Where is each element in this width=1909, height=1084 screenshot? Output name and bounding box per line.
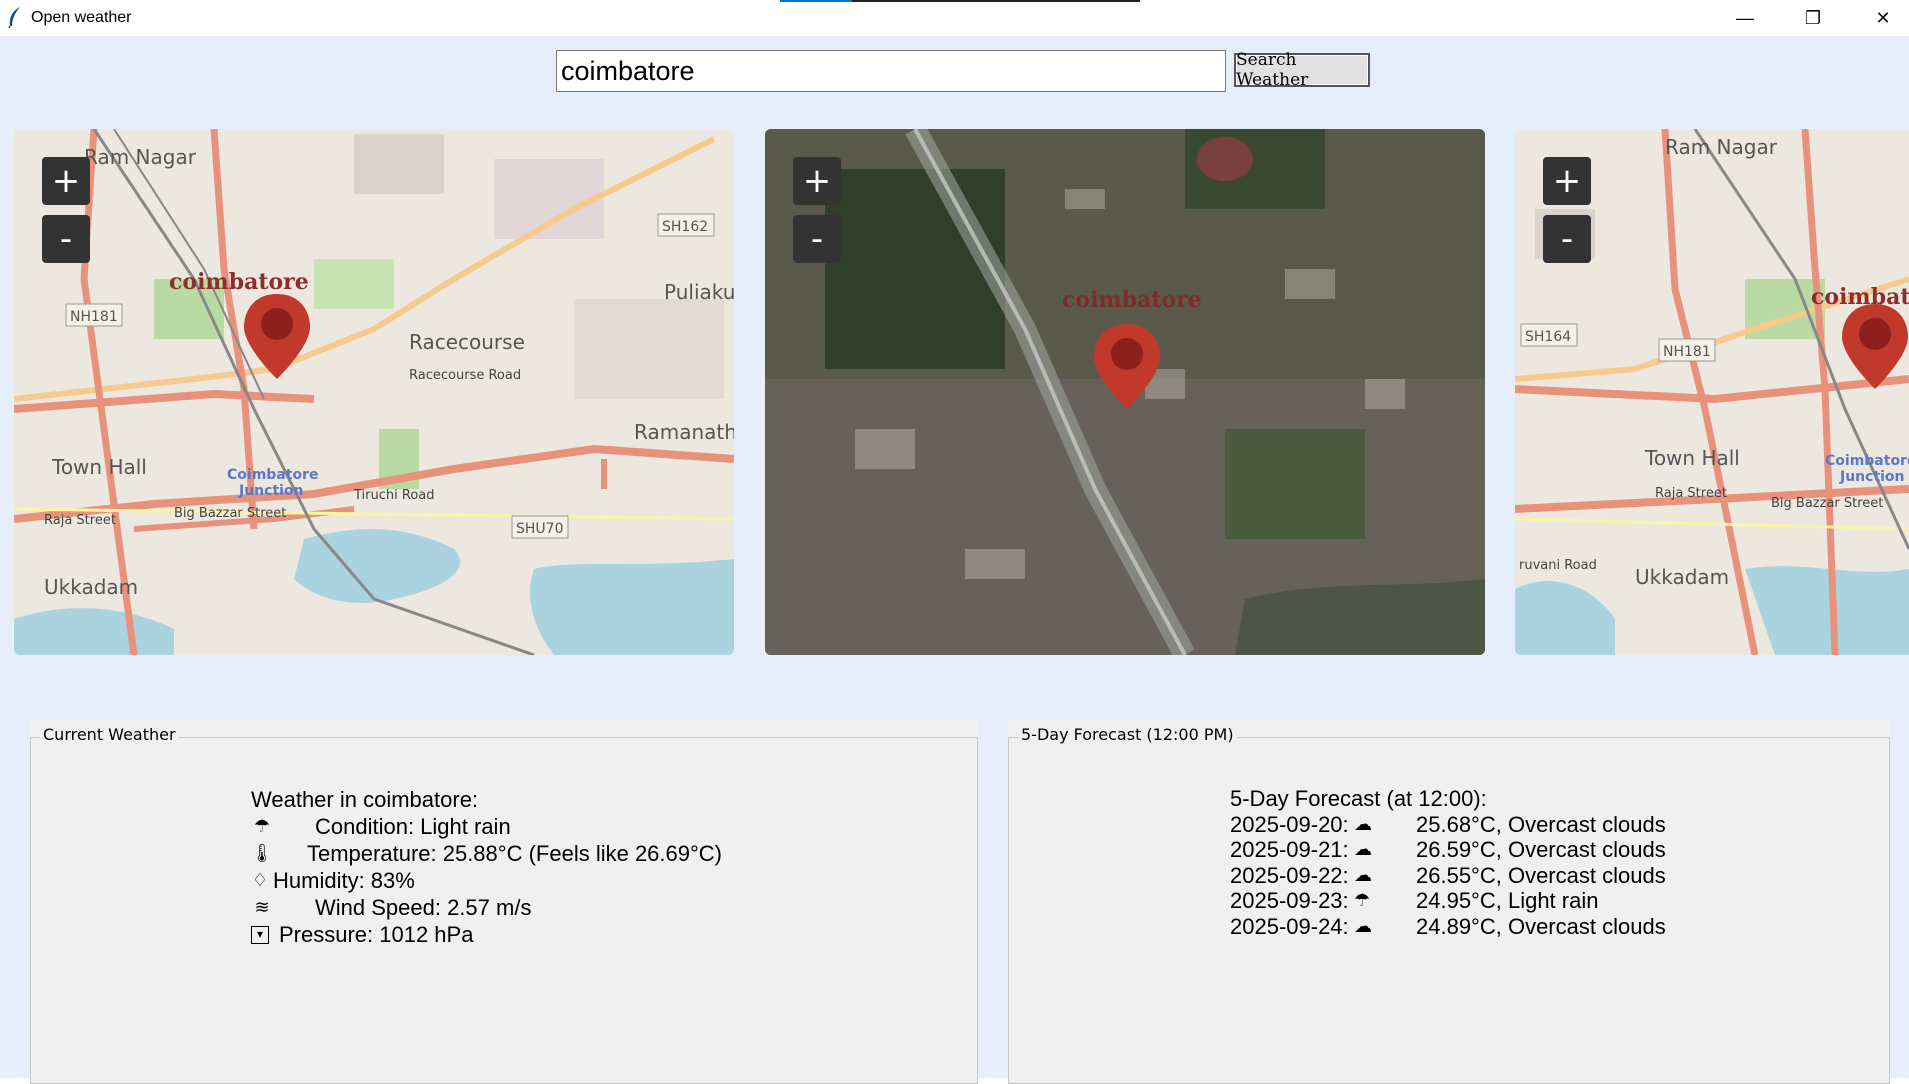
map-city-label: coimbatore <box>1062 287 1202 313</box>
temperature-text: Temperature: 25.88°C (Feels like 26.69°C… <box>307 841 723 866</box>
pressure-icon: ▾ <box>251 925 269 944</box>
svg-text:Big Bazzar Street: Big Bazzar Street <box>1771 496 1883 511</box>
svg-text:NH181: NH181 <box>1663 344 1711 360</box>
zoom-out-button[interactable]: - <box>793 215 841 263</box>
weather-heading: Weather in coimbatore: <box>251 786 722 813</box>
title-bar: Open weather — ❐ ✕ <box>0 0 1909 36</box>
clouds-icon: ☁ <box>1354 864 1372 885</box>
svg-text:Raja Street: Raja Street <box>44 513 116 528</box>
svg-text:Town Hall: Town Hall <box>51 455 147 479</box>
humidity-line: ♢ Humidity: 83% <box>251 867 722 894</box>
maximize-button[interactable]: ❐ <box>1778 0 1848 36</box>
forecast-date: 2025-09-21: <box>1230 837 1349 862</box>
svg-text:SH164: SH164 <box>1525 329 1571 345</box>
wind-icon: ≋ <box>254 897 270 917</box>
street-map-left[interactable]: Ram Nagar coimbatore NH181 SH162 Racecou… <box>14 129 734 655</box>
search-weather-button[interactable]: Search Weather <box>1234 50 1370 90</box>
svg-text:Ramanath: Ramanath <box>634 420 734 444</box>
forecast-date: 2025-09-23: <box>1230 888 1349 913</box>
map-city-label: coimbatore <box>169 269 309 295</box>
forecast-heading-text: 5-Day Forecast (at 12:00): <box>1230 786 1487 811</box>
forecast-row: 2025-09-20: ☁ 25.68°C, Overcast clouds <box>1230 812 1666 838</box>
title-accent-highlight <box>780 0 852 2</box>
forecast-date: 2025-09-20: <box>1230 811 1349 837</box>
svg-text:Racecourse: Racecourse <box>409 330 525 354</box>
svg-text:SHU70: SHU70 <box>516 521 563 537</box>
svg-text:ruvani Road: ruvani Road <box>1519 558 1597 573</box>
clouds-icon: ☁ <box>1354 915 1372 936</box>
svg-text:Puliaku: Puliaku <box>664 280 734 304</box>
forecast-row: 2025-09-24: ☁ 24.89°C, Overcast clouds <box>1230 914 1666 940</box>
rain-cloud-icon: ☂ <box>1354 890 1371 910</box>
svg-text:NH181: NH181 <box>70 309 118 325</box>
zoom-in-button[interactable]: + <box>1543 157 1591 205</box>
pressure-text: Pressure: 1012 hPa <box>279 922 474 947</box>
street-map-right[interactable]: Ram Nagar ram SH164 NH181 coimbato Town … <box>1515 129 1909 655</box>
satellite-map[interactable]: coimbatore + - <box>765 129 1485 655</box>
forecast-text: 5-Day Forecast (at 12:00): 2025-09-20: ☁ 2… <box>1230 786 1666 939</box>
current-weather-text: Weather in coimbatore: ☂ Condition: Light… <box>251 786 722 948</box>
forecast-value: 26.59°C, Overcast clouds <box>1416 837 1666 862</box>
thermometer-icon: 🌡 <box>250 843 274 863</box>
forecast-legend: 5-Day Forecast (12:00 PM) <box>1018 725 1237 744</box>
svg-text:Raja Street: Raja Street <box>1655 486 1727 501</box>
droplet-icon: ♢ <box>251 870 269 890</box>
app-body: Search Weather <box>0 36 1909 1084</box>
forecast-value: 26.55°C, Overcast clouds <box>1416 862 1666 888</box>
wind-text: Wind Speed: 2.57 m/s <box>315 895 532 920</box>
svg-text:Tiruchi Road: Tiruchi Road <box>353 488 435 503</box>
forecast-row: 2025-09-21: ☁ 26.59°C, Overcast clouds <box>1230 837 1666 863</box>
feather-icon <box>8 7 20 28</box>
forecast-row: 2025-09-22: ☁ 26.55°C, Overcast clouds <box>1230 863 1666 889</box>
forecast-value: 24.95°C, Light rain <box>1416 888 1599 913</box>
window-title: Open weather <box>31 9 132 26</box>
city-search-input[interactable] <box>556 50 1226 92</box>
close-button[interactable]: ✕ <box>1848 0 1909 36</box>
forecast-date: 2025-09-22: <box>1230 862 1349 888</box>
svg-text:Racecourse Road: Racecourse Road <box>409 368 521 383</box>
svg-text:Junction: Junction <box>1839 469 1905 485</box>
zoom-in-button[interactable]: + <box>42 157 90 205</box>
zoom-in-button[interactable]: + <box>793 157 841 205</box>
minimize-button[interactable]: — <box>1710 0 1780 36</box>
map-city-label: coimbato <box>1811 284 1909 310</box>
zoom-out-button[interactable]: - <box>1543 215 1591 263</box>
map-label: Ram Nagar <box>84 145 197 169</box>
forecast-value: 25.68°C, Overcast clouds <box>1416 811 1666 837</box>
svg-text:Coimbatore: Coimbatore <box>1825 453 1909 469</box>
zoom-out-button[interactable]: - <box>42 215 90 263</box>
forecast-heading: 5-Day Forecast (at 12:00): <box>1230 786 1666 812</box>
svg-text:Ukkadam: Ukkadam <box>1635 565 1729 589</box>
forecast-date: 2025-09-24: <box>1230 913 1349 939</box>
condition-text: Condition: Light rain <box>315 814 511 839</box>
svg-text:Coimbatore: Coimbatore <box>227 467 318 483</box>
forecast-row: 2025-09-23: ☂ 24.95°C, Light rain <box>1230 888 1666 914</box>
svg-text:Town Hall: Town Hall <box>1644 446 1740 470</box>
clouds-icon: ☁ <box>1354 813 1372 834</box>
weather-heading-text: Weather in coimbatore: <box>251 787 479 812</box>
forecast-value: 24.89°C, Overcast clouds <box>1416 913 1666 939</box>
clouds-icon: ☁ <box>1354 839 1372 859</box>
svg-text:Junction: Junction <box>238 483 304 499</box>
humidity-text: Humidity: 83% <box>273 868 415 893</box>
street-map-right-canvas: Ram Nagar ram SH164 NH181 coimbato Town … <box>1515 129 1909 655</box>
svg-text:Ram Nagar: Ram Nagar <box>1665 135 1778 159</box>
current-weather-panel: Current Weather Weather in coimbatore: ☂… <box>30 719 978 1084</box>
wind-line: ≋ Wind Speed: 2.57 m/s <box>251 894 722 921</box>
svg-text:SH162: SH162 <box>662 219 708 235</box>
temperature-line: 🌡 Temperature: 25.88°C (Feels like 26.69°… <box>251 840 722 867</box>
satellite-map-canvas: coimbatore <box>765 129 1485 655</box>
current-weather-legend: Current Weather <box>40 725 179 744</box>
forecast-panel: 5-Day Forecast (12:00 PM) 5-Day Forecast… <box>1008 719 1890 1084</box>
svg-text:Big Bazzar Street: Big Bazzar Street <box>174 506 286 521</box>
svg-text:Ukkadam: Ukkadam <box>44 575 138 599</box>
street-map-left-canvas: Ram Nagar coimbatore NH181 SH162 Racecou… <box>14 129 734 655</box>
rain-cloud-icon: ☂ <box>253 816 271 836</box>
condition-line: ☂ Condition: Light rain <box>251 813 722 840</box>
pressure-line: ▾ Pressure: 1012 hPa <box>251 921 722 948</box>
